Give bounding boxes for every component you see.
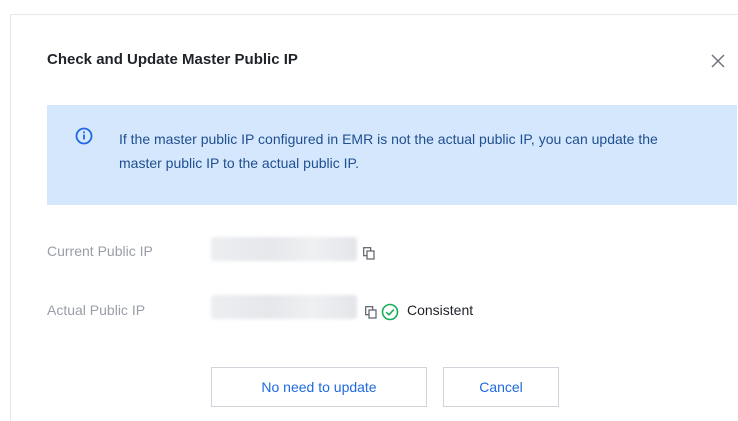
current-ip-value: [211, 237, 357, 261]
actual-ip-value: [211, 295, 357, 319]
copy-icon[interactable]: [365, 306, 377, 319]
info-notice: If the master public IP configured in EM…: [47, 105, 737, 205]
notice-text: If the master public IP configured in EM…: [119, 131, 658, 171]
actual-ip-label: Actual Public IP: [47, 302, 146, 318]
copy-icon[interactable]: [363, 247, 375, 260]
status-text: Consistent: [407, 302, 474, 318]
no-need-to-update-button[interactable]: No need to update: [211, 367, 427, 407]
check-circle-icon: [381, 303, 399, 321]
update-ip-dialog: Check and Update Master Public IP If the…: [10, 14, 738, 421]
current-ip-label: Current Public IP: [47, 243, 153, 259]
cancel-button[interactable]: Cancel: [443, 367, 559, 407]
dialog-title: Check and Update Master Public IP: [47, 51, 298, 68]
close-icon[interactable]: [708, 51, 728, 71]
info-icon: [75, 127, 93, 145]
